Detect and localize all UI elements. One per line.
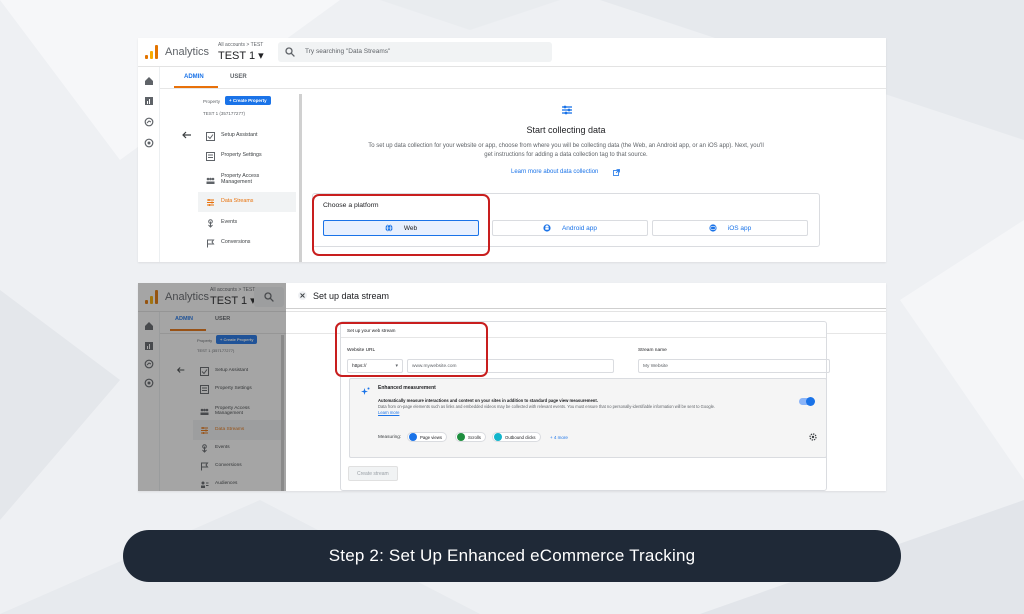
app-name: Analytics xyxy=(165,46,210,58)
enhanced-title: Enhanced measurement xyxy=(378,385,436,391)
active-tab-indicator xyxy=(174,86,218,88)
ios-icon xyxy=(709,224,717,232)
nav-label: Property Access Management xyxy=(221,173,260,185)
create-stream-button[interactable]: Create stream xyxy=(348,466,398,481)
platform-label: iOS app xyxy=(727,224,752,232)
create-stream-label: Create stream xyxy=(357,470,389,477)
highlight-callout xyxy=(335,322,488,377)
admin-tabs: ADMIN USER xyxy=(160,67,886,89)
chip-page-views: Page views xyxy=(407,432,447,442)
collection-description: To set up data collection for your websi… xyxy=(310,142,822,161)
header-bar: Analytics All accounts > TEST TEST 1 ▾ T… xyxy=(138,38,886,67)
android-platform-button[interactable]: Android app xyxy=(492,220,648,236)
data-streams-icon xyxy=(207,198,214,206)
search-placeholder: Try searching "Data Streams" xyxy=(305,48,391,55)
back-arrow-icon[interactable] xyxy=(181,129,193,141)
nav-events[interactable]: Events xyxy=(198,213,296,233)
stream-name-placeholder: My Website xyxy=(643,363,668,369)
property-id: TEST 1 (357177277) xyxy=(203,111,245,116)
chip-label: Scrolls xyxy=(468,434,481,440)
analytics-logo-icon xyxy=(145,45,159,59)
data-streams-icon xyxy=(562,105,572,115)
stream-name-label: Stream name xyxy=(638,348,667,353)
checklist-icon xyxy=(206,131,215,141)
settings-page-icon xyxy=(206,151,215,161)
tab-admin[interactable]: ADMIN xyxy=(184,74,204,80)
enhanced-description-1: Automatically measure interactions and c… xyxy=(378,398,598,403)
nav-property-settings[interactable]: Property Settings xyxy=(198,146,296,166)
android-icon xyxy=(543,224,551,232)
toggle-knob xyxy=(806,397,815,406)
search-icon xyxy=(285,47,295,57)
property-label: Property xyxy=(203,99,221,104)
screenshot-start-collecting: Analytics All accounts > TEST TEST 1 ▾ T… xyxy=(138,38,886,262)
advertising-icon[interactable] xyxy=(144,138,154,148)
close-icon[interactable] xyxy=(298,291,307,300)
nav-scrollbar[interactable] xyxy=(299,94,302,262)
scroll-icon xyxy=(457,433,465,441)
chip-outbound-clicks: Outbound clicks xyxy=(492,432,541,442)
step-banner: Step 2: Set Up Enhanced eCommerce Tracki… xyxy=(123,530,901,582)
nav-property-access-management[interactable]: Property Access Management xyxy=(198,168,296,192)
gear-icon[interactable] xyxy=(809,433,817,441)
stream-name-input[interactable]: My Website xyxy=(638,359,830,373)
start-collecting-heading: Start collecting data xyxy=(526,125,606,135)
cursor-icon xyxy=(494,433,502,441)
screenshot-setup-stream: Analytics All accounts > TEST TEST 1 ▾ A… xyxy=(138,283,886,491)
account-breadcrumb[interactable]: All accounts > TEST xyxy=(218,42,263,48)
nav-setup-assistant[interactable]: Setup Assistant xyxy=(198,126,296,146)
description-line-1: To set up data collection for your websi… xyxy=(368,143,764,149)
panel-title: Set up data stream xyxy=(313,291,390,301)
touch-icon xyxy=(208,218,213,228)
reports-icon[interactable] xyxy=(144,96,154,106)
nav-label: Setup Assistant xyxy=(221,132,258,139)
explore-icon[interactable] xyxy=(144,117,154,127)
nav-label: Events xyxy=(221,219,238,226)
flag-icon xyxy=(207,239,215,247)
nav-label: Property Settings xyxy=(221,152,262,159)
modal-overlay xyxy=(138,283,286,491)
nav-label: Conversions xyxy=(221,239,251,246)
nav-conversions[interactable]: Conversions xyxy=(198,233,296,253)
search-bar[interactable]: Try searching "Data Streams" xyxy=(278,42,552,62)
step-title: Step 2: Set Up Enhanced eCommerce Tracki… xyxy=(328,546,696,565)
create-property-button[interactable]: + Create Property xyxy=(225,96,271,105)
platform-label: Android app xyxy=(561,224,598,232)
enhanced-measurement-toggle[interactable] xyxy=(799,397,815,406)
highlight-callout xyxy=(312,194,490,256)
ios-platform-button[interactable]: iOS app xyxy=(652,220,808,236)
tab-user[interactable]: USER xyxy=(230,74,247,80)
enhanced-description-2: Data from on-page elements such as links… xyxy=(378,404,716,409)
people-icon xyxy=(206,177,215,184)
enhanced-learn-more-link[interactable]: Learn more xyxy=(378,410,399,415)
chip-label: Outbound clicks xyxy=(505,434,536,440)
eye-icon xyxy=(409,433,417,441)
nav-label: Data Streams xyxy=(221,198,254,205)
enhanced-measurement-box: Enhanced measurement Automatically measu… xyxy=(349,378,827,458)
sparkle-icon xyxy=(361,387,370,395)
learn-more-link[interactable]: Learn more about data collection xyxy=(511,169,598,175)
home-icon[interactable] xyxy=(144,76,154,86)
more-metrics-link[interactable]: + 4 more xyxy=(550,435,568,440)
chip-scrolls: Scrolls xyxy=(455,432,486,442)
nav-data-streams[interactable]: Data Streams xyxy=(198,192,296,212)
measuring-label: Measuring: xyxy=(378,434,402,439)
description-line-2: get instructions for adding a data colle… xyxy=(484,152,648,159)
open-in-new-icon[interactable] xyxy=(613,169,620,176)
left-rail xyxy=(138,67,160,262)
property-selector[interactable]: TEST 1 ▾ xyxy=(218,49,264,62)
chip-label: Page views xyxy=(420,434,442,440)
